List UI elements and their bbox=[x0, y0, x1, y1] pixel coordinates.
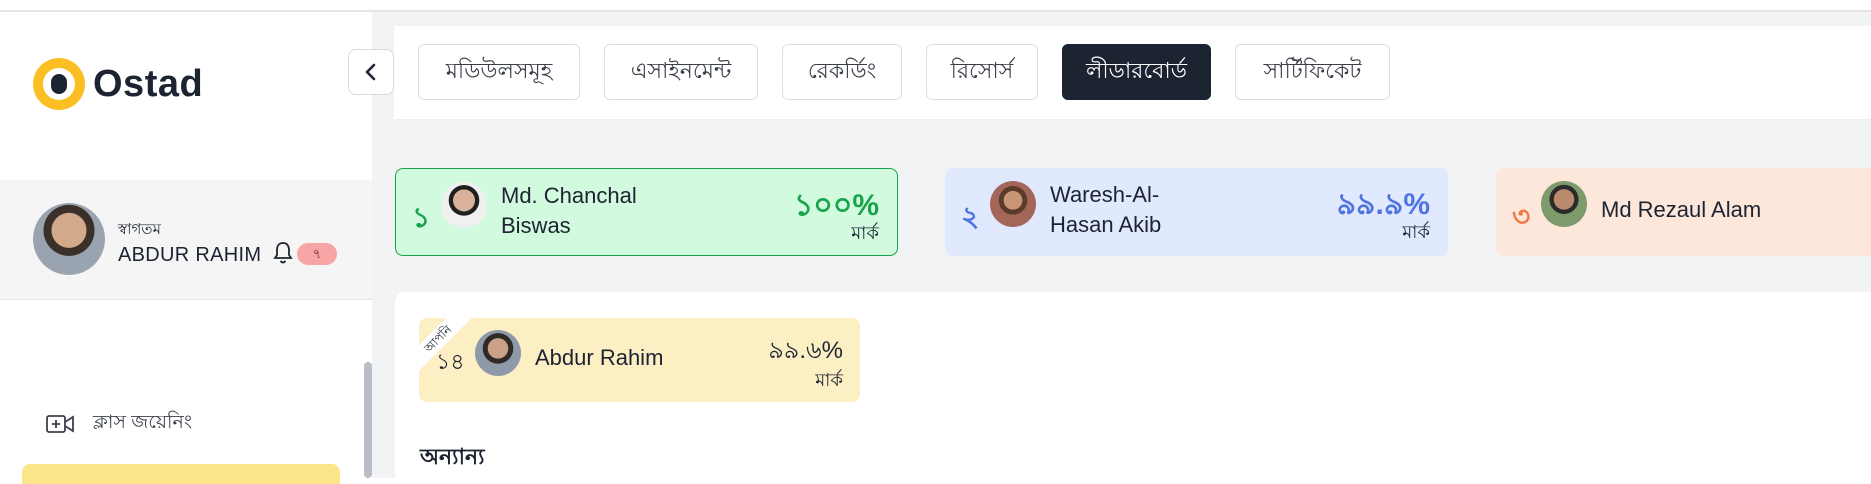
avatar bbox=[990, 181, 1036, 227]
brand-logo[interactable]: Ostad bbox=[33, 58, 203, 110]
sidebar-item-active[interactable] bbox=[22, 464, 340, 484]
avatar[interactable] bbox=[33, 203, 105, 275]
avatar bbox=[1541, 181, 1587, 227]
rank-number: ২ bbox=[961, 201, 980, 232]
avatar bbox=[441, 182, 487, 228]
video-plus-icon bbox=[46, 415, 74, 433]
tab-recording[interactable]: রেকর্ডিং bbox=[782, 44, 902, 100]
leaderboard-rank-1-card: ১ Md. Chanchal Biswas ১০০% মার্ক bbox=[395, 168, 898, 256]
bell-icon[interactable] bbox=[271, 240, 295, 266]
brand-name: Ostad bbox=[93, 62, 204, 105]
user-panel: স্বাগতম ABDUR RAHIM ৭ bbox=[0, 180, 372, 300]
mark-label: মার্ক bbox=[815, 370, 843, 390]
mark-label: মার্ক bbox=[851, 223, 879, 243]
sidebar-item-class-joining[interactable]: ক্লাস জয়েনিং bbox=[45, 408, 192, 440]
tab-leaderboard[interactable]: লীডারবোর্ড bbox=[1062, 44, 1211, 100]
user-name: ABDUR RAHIM bbox=[118, 244, 262, 266]
my-rank-card: আপনি ১৪ Abdur Rahim ৯৯.৬% মার্ক bbox=[419, 318, 860, 402]
rank-number: ৩ bbox=[1512, 201, 1531, 232]
leaderboard-rank-2-card: ২ Waresh-Al-Hasan Akib ৯৯.৯% মার্ক bbox=[945, 168, 1448, 256]
student-name: Abdur Rahim bbox=[535, 345, 664, 370]
tab-resources[interactable]: রিসোর্স bbox=[926, 44, 1038, 100]
mark-label: মার্ক bbox=[1402, 222, 1430, 242]
rank-number: ১৪ bbox=[436, 349, 465, 374]
ostad-logo-icon bbox=[33, 58, 85, 110]
tab-certificate[interactable]: সার্টিফিকেট bbox=[1235, 44, 1390, 100]
notification-badge[interactable]: ৭ bbox=[297, 243, 337, 265]
sidebar-item-label: ক্লাস জয়েনিং bbox=[93, 412, 192, 433]
welcome-text: স্বাগতম bbox=[118, 221, 161, 238]
collapse-sidebar-button[interactable] bbox=[348, 49, 394, 95]
sidebar-scrollbar[interactable] bbox=[364, 362, 372, 478]
tab-modules[interactable]: মডিউলসমূহ bbox=[418, 44, 580, 100]
student-name: Waresh-Al-Hasan Akib bbox=[1050, 182, 1162, 237]
others-heading: অন্যান্য bbox=[420, 444, 485, 469]
tab-assignment[interactable]: এসাইনমেন্ট bbox=[604, 44, 758, 100]
leaderboard-rank-3-card: ৩ Md Rezaul Alam bbox=[1496, 168, 1871, 256]
student-name: Md Rezaul Alam bbox=[1601, 197, 1762, 222]
chevron-left-icon bbox=[365, 63, 376, 81]
avatar bbox=[475, 330, 521, 376]
student-name: Md. Chanchal Biswas bbox=[501, 183, 637, 238]
rank-number: ১ bbox=[412, 202, 431, 233]
